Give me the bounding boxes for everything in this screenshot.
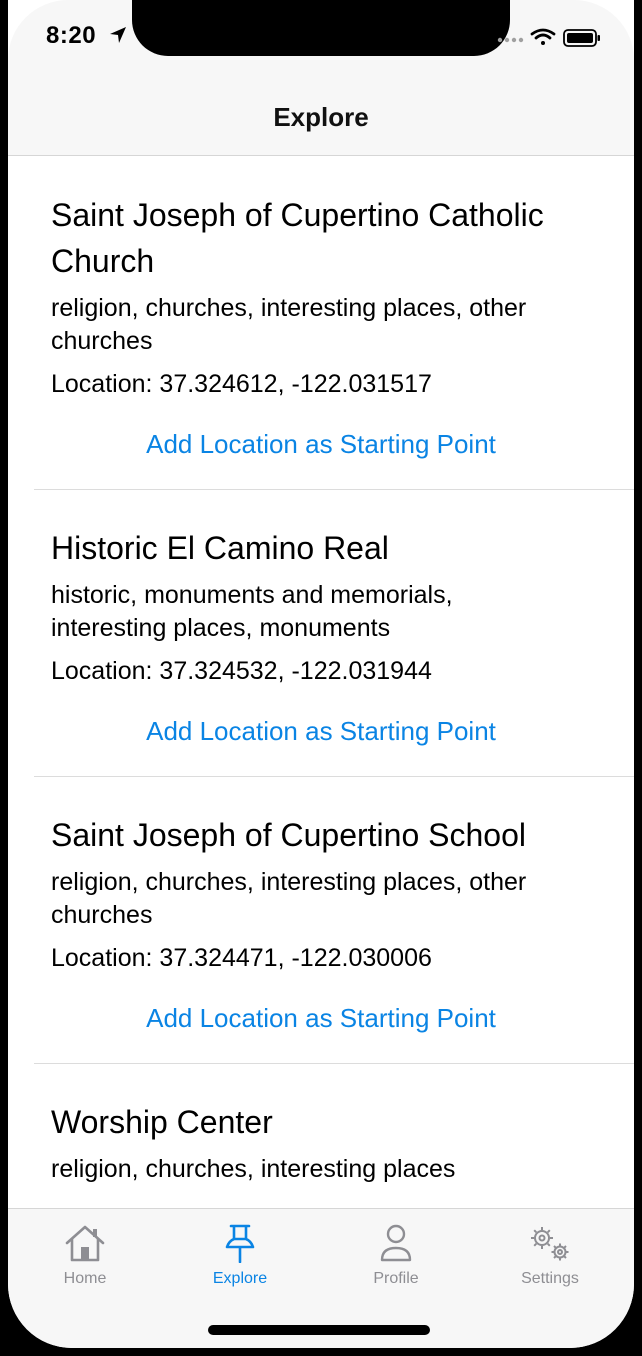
add-starting-point-button[interactable]: Add Location as Starting Point	[51, 427, 591, 461]
home-indicator[interactable]	[208, 1325, 430, 1335]
tab-label: Settings	[521, 1270, 579, 1287]
tab-settings[interactable]: Settings	[490, 1223, 610, 1288]
place-card: Historic El Camino Real historic, monume…	[8, 490, 634, 776]
add-starting-point-button[interactable]: Add Location as Starting Point	[51, 714, 591, 748]
place-name: Historic El Camino Real	[51, 530, 389, 566]
add-starting-point-button[interactable]: Add Location as Starting Point	[51, 1001, 591, 1035]
gears-icon	[531, 1227, 569, 1261]
cellular-icon	[497, 37, 524, 43]
place-name: Saint Joseph of Cupertino Catholic Churc…	[51, 197, 544, 279]
status-time: 8:20	[46, 22, 97, 49]
place-location: Location: 37.324532, -122.031944	[51, 657, 432, 685]
screen: 8:20 Explore Saint Joseph of Cupertino C…	[8, 0, 634, 1348]
wifi-icon	[530, 28, 556, 45]
place-location: Location: 37.324612, -122.031517	[51, 370, 432, 398]
place-card: Saint Joseph of Cupertino Catholic Churc…	[8, 156, 634, 489]
location-arrow-icon	[110, 27, 126, 43]
person-icon	[380, 1224, 412, 1262]
page-title: Explore	[273, 102, 369, 132]
tab-label: Home	[63, 1270, 107, 1287]
device-notch	[132, 0, 510, 56]
phone-frame: 8:20 Explore Saint Joseph of Cupertino C…	[0, 0, 642, 1356]
place-card: Worship Center religion, churches, inter…	[8, 1064, 634, 1186]
place-tags: religion, churches, interesting places	[51, 1155, 456, 1183]
status-icons	[497, 28, 600, 47]
tab-explore[interactable]: Explore	[180, 1223, 300, 1288]
place-tags: historic, monuments and memorials, inter…	[51, 581, 453, 642]
tab-bar: Home Explore Profile Settings	[8, 1208, 634, 1348]
tab-home[interactable]: Home	[25, 1223, 145, 1288]
place-name: Saint Joseph of Cupertino School	[51, 817, 526, 853]
place-tags: religion, churches, interesting places, …	[51, 294, 527, 355]
tab-label: Profile	[373, 1270, 419, 1287]
place-card: Saint Joseph of Cupertino School religio…	[8, 777, 634, 1063]
house-icon	[65, 1225, 105, 1262]
place-name: Worship Center	[51, 1104, 273, 1140]
battery-icon	[563, 29, 600, 47]
place-location: Location: 37.324471, -122.030006	[51, 944, 432, 972]
places-list[interactable]: Saint Joseph of Cupertino Catholic Churc…	[8, 156, 634, 1208]
pushpin-icon	[225, 1224, 255, 1264]
tab-profile[interactable]: Profile	[336, 1223, 456, 1288]
tab-label: Explore	[212, 1270, 268, 1287]
place-tags: religion, churches, interesting places, …	[51, 868, 527, 929]
